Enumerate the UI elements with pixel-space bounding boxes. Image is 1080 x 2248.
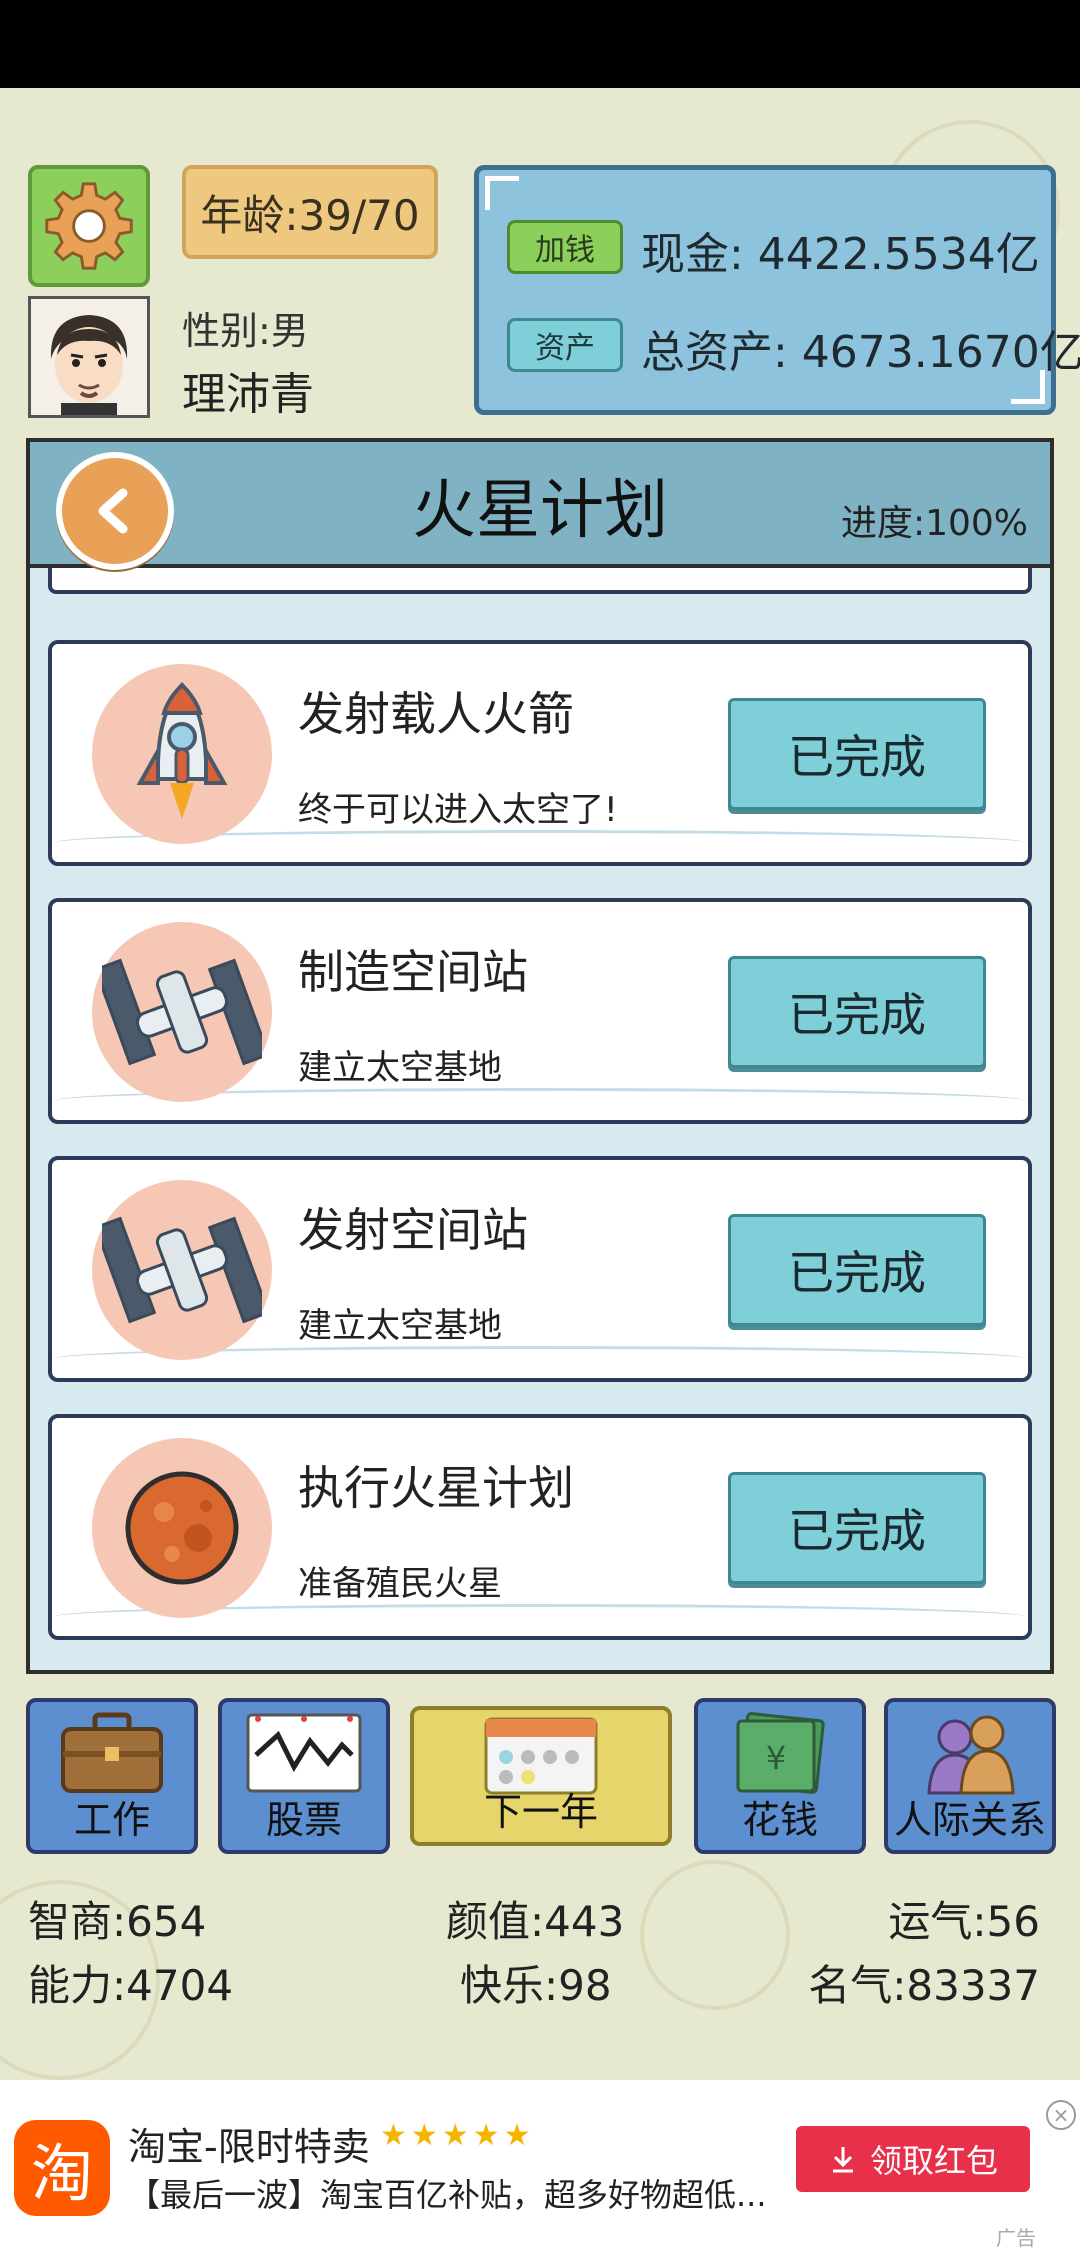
nav-label: 工作 bbox=[73, 1798, 150, 1842]
completed-button[interactable]: 已完成 bbox=[728, 956, 986, 1068]
stat-looks: 颜值:443 bbox=[446, 1897, 625, 1946]
stat-ability: 能力:4704 bbox=[28, 1961, 234, 2010]
completed-button[interactable]: 已完成 bbox=[728, 1472, 986, 1584]
stat-happiness: 快乐:98 bbox=[460, 1961, 612, 2010]
back-arrow-icon bbox=[98, 488, 128, 534]
cash-value: 现金: 4422.5534亿 bbox=[641, 229, 1040, 280]
nav-relations-button[interactable]: 人际关系 bbox=[884, 1698, 1056, 1854]
mars-plan-panel: 火星计划 进度:100% 发射载人火箭 终于可以进入太空了! 已完成 制造空间站… bbox=[26, 438, 1054, 1674]
stat-iq: 智商:654 bbox=[28, 1897, 207, 1946]
nav-label: 下一年 bbox=[483, 1790, 598, 1834]
completed-button[interactable]: 已完成 bbox=[728, 698, 986, 810]
age-display: 年龄:39/70 bbox=[182, 165, 438, 259]
avatar-portrait-icon bbox=[31, 299, 147, 415]
progress-label: 进度:100% bbox=[840, 503, 1028, 544]
nav-label: 股票 bbox=[265, 1798, 342, 1842]
player-name: 理沛青 bbox=[182, 369, 314, 420]
gear-icon bbox=[45, 182, 133, 270]
money-icon: ¥ bbox=[736, 1712, 825, 1794]
completed-button[interactable]: 已完成 bbox=[728, 1214, 986, 1326]
people-icon bbox=[927, 1715, 1015, 1795]
rocket-icon bbox=[92, 664, 272, 844]
gender-label: 性别:男 bbox=[182, 309, 309, 353]
stat-luck: 运气:56 bbox=[888, 1897, 1040, 1946]
assets-button[interactable]: 资产 bbox=[507, 318, 623, 372]
background-doodle bbox=[640, 1860, 790, 2010]
briefcase-icon bbox=[61, 1712, 163, 1793]
total-assets-value: 总资产: 4673.1670亿 bbox=[641, 327, 1080, 378]
taobao-logo: 淘 bbox=[14, 2120, 110, 2216]
space-station-icon bbox=[92, 1180, 272, 1360]
task-name: 发射载人火箭 bbox=[298, 687, 574, 741]
list-item: 发射空间站 建立太空基地 已完成 bbox=[48, 1156, 1032, 1382]
ad-description: 【最后一波】淘宝百亿补贴，超多好物超低... bbox=[128, 2176, 767, 2214]
finance-panel: 加钱 现金: 4422.5534亿 资产 总资产: 4673.1670亿 bbox=[474, 165, 1080, 415]
mars-icon bbox=[92, 1438, 272, 1618]
status-bar bbox=[0, 0, 1080, 88]
close-icon[interactable]: × bbox=[1046, 2100, 1076, 2130]
task-description: 建立太空基地 bbox=[298, 1306, 502, 1346]
task-description: 准备殖民火星 bbox=[298, 1564, 502, 1604]
nav-spend-button[interactable]: ¥ 花钱 bbox=[694, 1698, 866, 1854]
panel-corner bbox=[485, 176, 519, 210]
task-name: 执行火星计划 bbox=[298, 1461, 574, 1515]
list-item: 制造空间站 建立太空基地 已完成 bbox=[48, 898, 1032, 1124]
list-item-partial bbox=[48, 568, 1032, 594]
avatar[interactable] bbox=[28, 296, 150, 418]
task-name: 制造空间站 bbox=[298, 945, 528, 999]
stock-chart-icon bbox=[246, 1713, 362, 1793]
ad-title: 淘宝-限时特卖 bbox=[128, 2125, 370, 2169]
svg-text:¥: ¥ bbox=[766, 1739, 786, 1777]
ad-banner[interactable]: 淘 淘宝-限时特卖 ★★★★★ 【最后一波】淘宝百亿补贴，超多好物超低... 领… bbox=[0, 2080, 1080, 2248]
ad-cta-label: 领取红包 bbox=[869, 2142, 998, 2180]
next-year-button[interactable]: 下一年 bbox=[410, 1706, 672, 1846]
list-item: 发射载人火箭 终于可以进入太空了! 已完成 bbox=[48, 640, 1032, 866]
task-description: 终于可以进入太空了! bbox=[298, 790, 618, 830]
nav-label: 花钱 bbox=[741, 1798, 818, 1842]
back-button[interactable] bbox=[56, 452, 174, 570]
nav-label: 人际关系 bbox=[893, 1798, 1046, 1842]
add-cash-button[interactable]: 加钱 bbox=[507, 220, 623, 274]
task-description: 建立太空基地 bbox=[298, 1048, 502, 1088]
space-station-icon bbox=[92, 922, 272, 1102]
list-item: 执行火星计划 准备殖民火星 已完成 bbox=[48, 1414, 1032, 1640]
ad-cta-button[interactable]: 领取红包 bbox=[796, 2126, 1030, 2192]
task-name: 发射空间站 bbox=[298, 1203, 528, 1257]
title-bar: 火星计划 进度:100% bbox=[30, 442, 1050, 568]
ad-tag: 广告 bbox=[996, 2226, 1036, 2248]
nav-work-button[interactable]: 工作 bbox=[26, 1698, 198, 1854]
nav-stocks-button[interactable]: 股票 bbox=[218, 1698, 390, 1854]
rating-stars-icon: ★★★★★ bbox=[380, 2118, 535, 2153]
stat-fame: 名气:83337 bbox=[808, 1961, 1040, 2010]
download-icon bbox=[832, 2147, 853, 2173]
settings-button[interactable] bbox=[28, 165, 150, 287]
